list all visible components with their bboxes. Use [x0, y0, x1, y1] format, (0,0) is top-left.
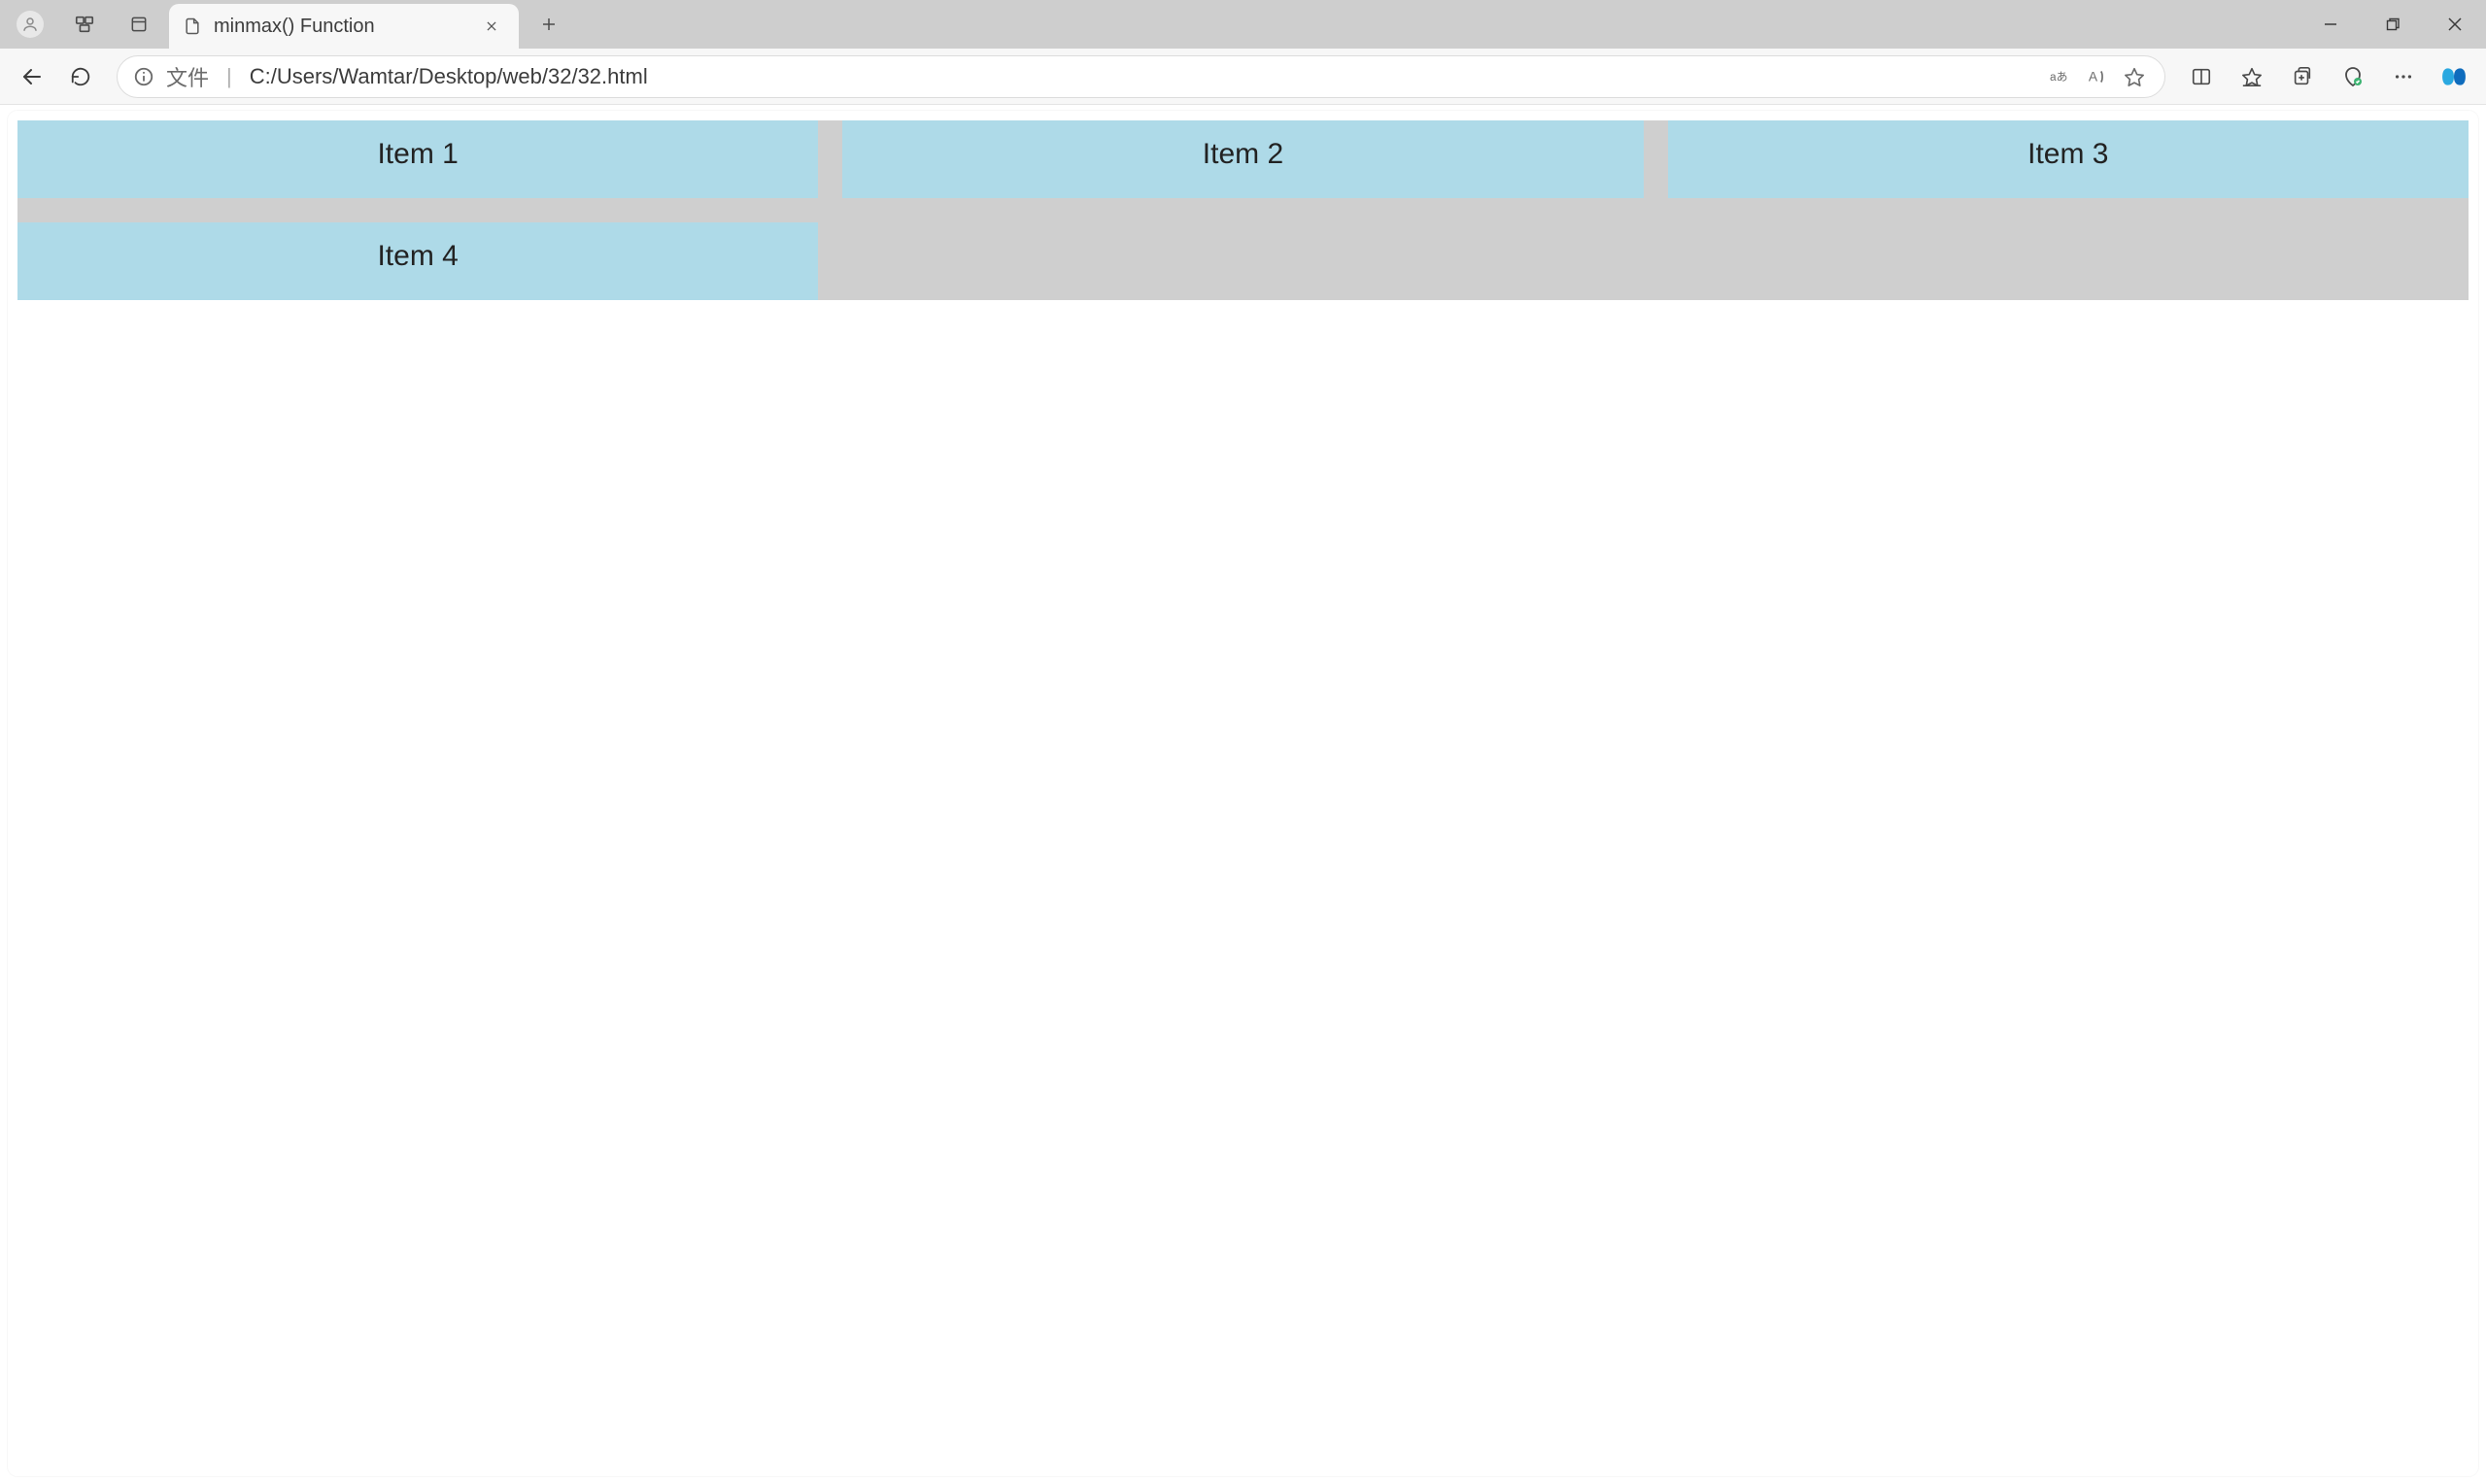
address-bar-actions: aあ A — [2050, 66, 2149, 87]
svg-text:A: A — [2089, 69, 2098, 84]
profile-button[interactable] — [6, 0, 54, 49]
split-screen-icon — [2191, 66, 2212, 87]
toolbar: 文件 | C:/Users/Wamtar/Desktop/web/32/32.h… — [0, 49, 2486, 105]
browser-essentials-button[interactable] — [2331, 54, 2375, 99]
new-tab-button[interactable] — [525, 0, 573, 49]
copilot-button[interactable] — [2432, 54, 2476, 99]
tab-title: minmax() Function — [214, 16, 466, 38]
favorites-button[interactable] — [2230, 54, 2274, 99]
address-url: C:/Users/Wamtar/Desktop/web/32/32.html — [250, 64, 2038, 89]
tab-actions-icon — [129, 15, 149, 34]
copilot-icon — [2441, 64, 2467, 89]
grid-item: Item 2 — [842, 120, 1643, 198]
collections-icon — [2292, 66, 2313, 87]
star-icon — [2124, 66, 2145, 87]
grid-container: Item 1 Item 2 Item 3 Item 4 — [17, 120, 2469, 300]
site-info-button[interactable] — [133, 66, 154, 87]
translate-button[interactable]: aあ — [2050, 67, 2071, 86]
grid-item: Item 4 — [17, 222, 818, 300]
browser-viewport: Item 1 Item 2 Item 3 Item 4 — [8, 111, 2478, 1476]
close-icon — [485, 19, 498, 33]
info-icon — [133, 66, 154, 87]
svg-text:aあ: aあ — [2050, 70, 2067, 84]
profile-icon — [17, 11, 44, 38]
close-window-button[interactable] — [2424, 0, 2486, 49]
split-screen-button[interactable] — [2179, 54, 2224, 99]
address-separator: | — [221, 64, 238, 89]
workspaces-button[interactable] — [60, 0, 109, 49]
window-close-icon — [2448, 17, 2462, 31]
title-bar-left — [0, 0, 163, 49]
read-aloud-icon: A — [2087, 66, 2108, 87]
minimize-icon — [2324, 17, 2337, 31]
workspaces-icon — [74, 14, 95, 35]
browser-essentials-icon — [2341, 65, 2365, 88]
restore-icon — [2386, 17, 2400, 31]
collections-button[interactable] — [2280, 54, 2325, 99]
back-button[interactable] — [10, 54, 54, 99]
plus-icon — [540, 16, 558, 33]
address-origin-label: 文件 — [166, 61, 209, 92]
refresh-button[interactable] — [58, 54, 103, 99]
tab-close-button[interactable] — [478, 13, 505, 40]
grid-item: Item 3 — [1668, 120, 2469, 198]
refresh-icon — [70, 66, 91, 87]
back-icon — [20, 65, 44, 88]
read-aloud-button[interactable]: A — [2087, 66, 2108, 87]
translate-icon: aあ — [2050, 67, 2071, 86]
toolbar-right — [2179, 54, 2476, 99]
grid-item: Item 1 — [17, 120, 818, 198]
favorite-button[interactable] — [2124, 66, 2145, 87]
favorites-icon — [2241, 66, 2263, 87]
page-content: Item 1 Item 2 Item 3 Item 4 — [8, 111, 2478, 310]
address-bar[interactable]: 文件 | C:/Users/Wamtar/Desktop/web/32/32.h… — [117, 55, 2165, 98]
page-icon — [183, 17, 202, 36]
settings-and-more-button[interactable] — [2381, 54, 2426, 99]
more-icon — [2393, 66, 2414, 87]
title-bar: minmax() Function — [0, 0, 2486, 49]
title-bar-drag-region[interactable] — [573, 0, 2299, 49]
restore-button[interactable] — [2362, 0, 2424, 49]
window-controls — [2299, 0, 2486, 49]
minimize-button[interactable] — [2299, 0, 2362, 49]
browser-tab[interactable]: minmax() Function — [169, 4, 519, 49]
tab-actions-button[interactable] — [115, 0, 163, 49]
